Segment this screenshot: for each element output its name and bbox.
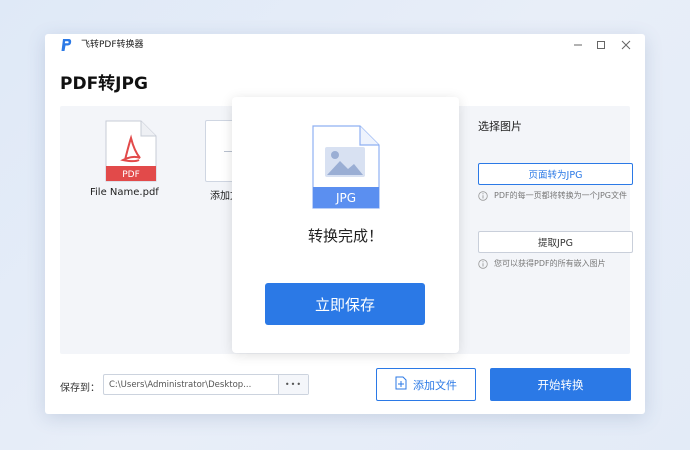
more-icon: ••• xyxy=(284,380,303,389)
page-title: PDF转JPG xyxy=(60,74,148,94)
minimize-icon[interactable] xyxy=(571,38,585,52)
app-name: 飞转PDF转换器 xyxy=(81,40,144,50)
save-path-input[interactable] xyxy=(104,375,278,394)
save-path-field: ••• xyxy=(103,374,309,395)
jpg-file-icon: JPG xyxy=(312,125,380,209)
close-icon[interactable] xyxy=(619,38,633,52)
add-file-button[interactable]: 添加文件 xyxy=(376,368,476,401)
option-note-text: 您可以获得PDF的所有嵌入图片 xyxy=(494,259,606,268)
maximize-icon[interactable] xyxy=(594,38,608,52)
option-extract-jpg[interactable]: 提取JPG xyxy=(478,231,633,253)
info-icon xyxy=(478,259,488,269)
title-bar: 飞转PDF转换器 xyxy=(45,34,645,56)
jpg-badge: JPG xyxy=(335,191,356,205)
option-note-text: PDF的每一页都将转换为一个JPG文件 xyxy=(494,191,627,200)
start-conversion-button[interactable]: 开始转换 xyxy=(490,368,631,401)
browse-button[interactable]: ••• xyxy=(278,375,308,394)
file-card[interactable]: PDF File Name.pdf xyxy=(90,118,170,208)
info-icon xyxy=(478,191,488,201)
option-note: PDF的每一页都将转换为一个JPG文件 xyxy=(478,190,638,202)
completion-message: 转换完成！ xyxy=(307,227,383,245)
file-name: File Name.pdf xyxy=(90,187,159,198)
save-to-label: 保存到： xyxy=(60,383,100,394)
completion-dialog: JPG 转换完成！ 立即保存 xyxy=(232,97,459,353)
add-file-button-label: 添加文件 xyxy=(413,378,457,392)
options-title: 选择图片 xyxy=(478,120,522,133)
pdf-file-icon: PDF xyxy=(105,120,157,182)
output-options: 选择图片 页面转为JPG PDF的每一页都将转换为一个JPG文件 提取JPG 您… xyxy=(478,118,638,318)
add-file-icon xyxy=(395,376,407,393)
pdf-badge: PDF xyxy=(122,170,140,180)
app-logo-icon xyxy=(60,38,72,52)
option-page-to-jpg[interactable]: 页面转为JPG xyxy=(478,163,633,185)
option-note: 您可以获得PDF的所有嵌入图片 xyxy=(478,258,638,270)
save-now-button[interactable]: 立即保存 xyxy=(265,283,425,325)
